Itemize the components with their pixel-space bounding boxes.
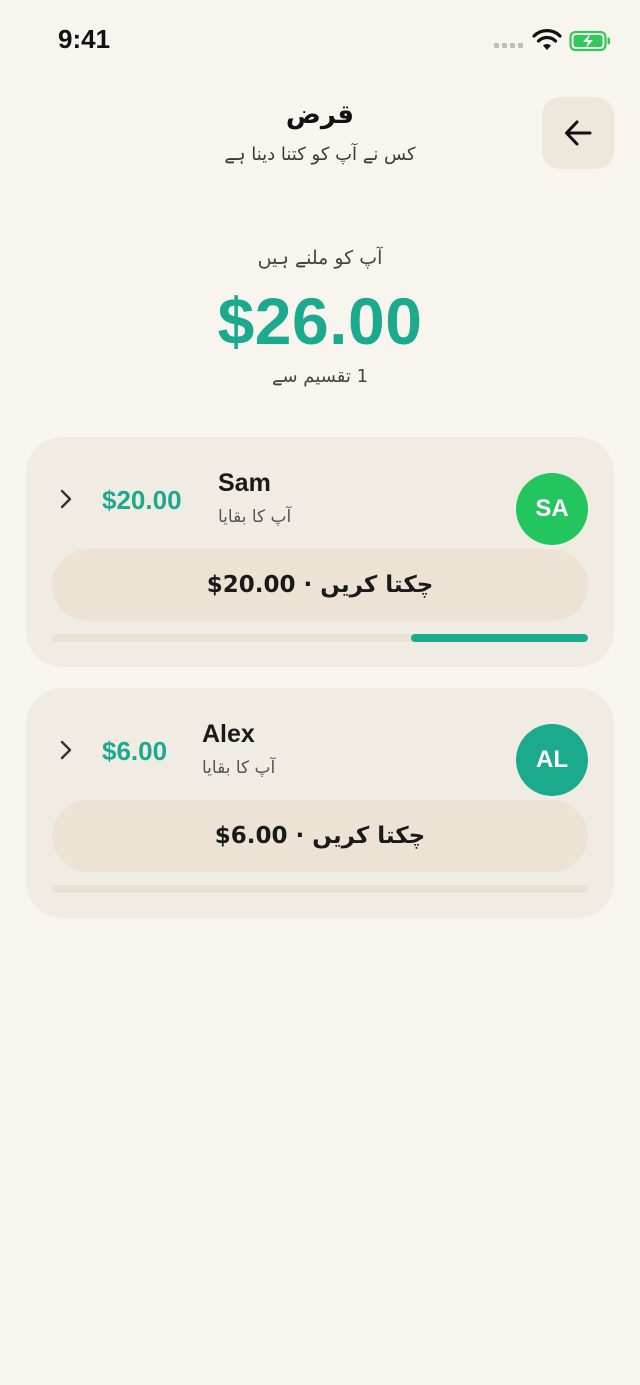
owed-total: $26.00 xyxy=(217,284,423,358)
wifi-icon xyxy=(532,29,562,50)
settle-progress-bar xyxy=(52,634,588,642)
debtor-card[interactable]: SA Sam آپ کا بقایا $20.00 چکتا کریں · 20… xyxy=(26,437,614,667)
chevron-right-icon[interactable] xyxy=(58,487,74,511)
splits-count: 1 تقسیم سے xyxy=(271,366,369,387)
settle-button[interactable]: چکتا کریں · 20.00$ xyxy=(52,549,588,621)
status-bar: 9:41 xyxy=(0,0,640,80)
battery-charging-icon xyxy=(569,30,610,52)
status-time: 9:41 xyxy=(58,24,111,54)
page-subtitle: کس نے آپ کو کتنا دینا ہے xyxy=(224,144,416,165)
debtor-amount: $20.00 xyxy=(102,485,182,515)
settle-button[interactable]: چکتا کریں · 6.00$ xyxy=(52,800,588,872)
debtor-subtitle: آپ کا بقایا xyxy=(218,507,292,527)
owed-label: آپ کو ملنے ہیں xyxy=(257,247,383,269)
settle-progress-bar xyxy=(52,885,588,893)
progress-fill xyxy=(411,634,588,642)
chevron-right-icon[interactable] xyxy=(58,738,74,762)
debtor-amount: $6.00 xyxy=(102,736,168,766)
debtor-subtitle: آپ کا بقایا xyxy=(202,758,276,778)
debtor-name: Sam xyxy=(218,469,271,497)
debtor-name: Alex xyxy=(202,720,255,748)
debtor-card[interactable]: AL Alex آپ کا بقایا $6.00 چکتا کریں · 6.… xyxy=(26,688,614,918)
cellular-signal-icon xyxy=(494,43,523,48)
avatar: AL xyxy=(516,724,588,796)
avatar: SA xyxy=(516,473,588,545)
page-title: قرض xyxy=(285,100,355,130)
